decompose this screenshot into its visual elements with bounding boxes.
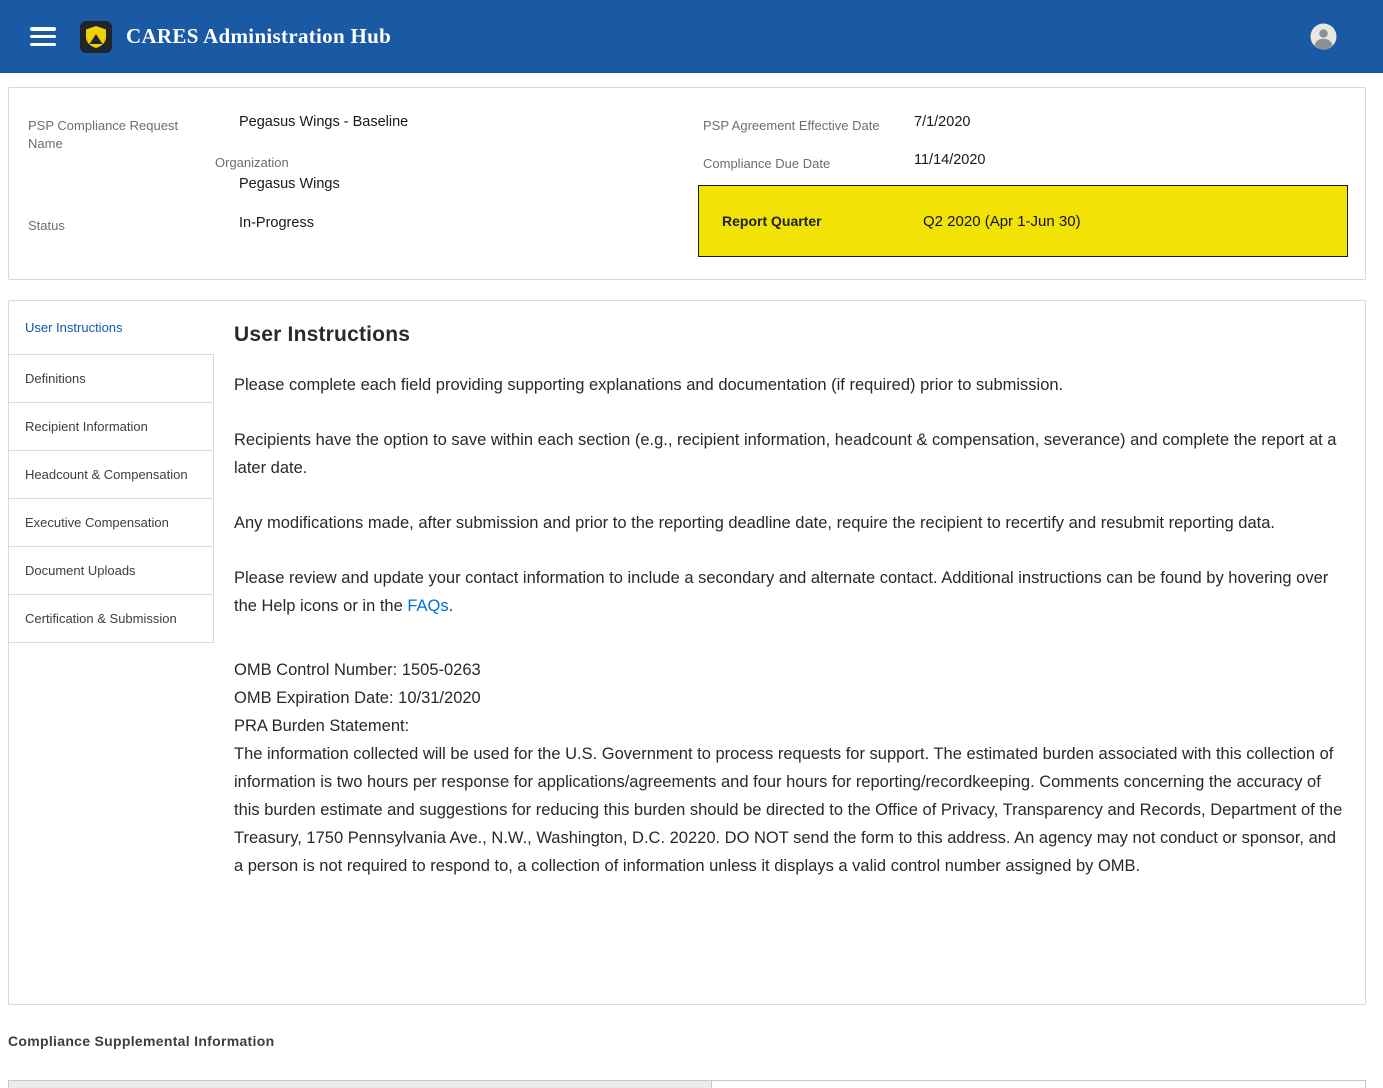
compliance-summary-card: PSP Compliance Request Name Pegasus Wing… [8, 87, 1366, 280]
report-quarter-label: Report Quarter [722, 213, 923, 229]
section-tab-list: User Instructions Definitions Recipient … [9, 301, 214, 1004]
organization-value: Pegasus Wings [239, 175, 340, 194]
top-nav-bar: CARES Administration Hub [0, 0, 1383, 73]
effective-date-value: 7/1/2020 [914, 113, 970, 132]
instruction-paragraph-1: Please complete each field providing sup… [234, 371, 1347, 399]
omb-block: OMB Control Number: 1505-0263 OMB Expira… [234, 656, 1347, 880]
tab-user-instructions[interactable]: User Instructions [9, 301, 214, 354]
request-name-value: Pegasus Wings - Baseline [239, 113, 408, 132]
due-date-label: Compliance Due Date [703, 155, 830, 173]
organization-label: Organization [215, 154, 289, 172]
status-label: Status [28, 217, 65, 235]
app-title: CARES Administration Hub [126, 24, 391, 49]
user-instructions-panel: User Instructions Please complete each f… [214, 301, 1365, 1004]
report-quarter-value: Q2 2020 (Apr 1-Jun 30) [923, 213, 1081, 230]
tab-definitions[interactable]: Definitions [9, 355, 214, 403]
instruction-paragraph-3: Any modifications made, after submission… [234, 509, 1347, 537]
user-avatar-icon[interactable] [1310, 23, 1337, 50]
supplemental-table-header-cell [9, 1081, 712, 1088]
tab-certification-submission[interactable]: Certification & Submission [9, 595, 214, 643]
tab-executive-compensation[interactable]: Executive Compensation [9, 499, 214, 547]
tab-recipient-information[interactable]: Recipient Information [9, 403, 214, 451]
tab-document-uploads[interactable]: Document Uploads [9, 547, 214, 595]
status-value: In-Progress [239, 214, 314, 233]
omb-expiration-date: OMB Expiration Date: 10/31/2020 [234, 689, 481, 707]
pra-burden-text: The information collected will be used f… [234, 745, 1342, 875]
pra-burden-label: PRA Burden Statement: [234, 717, 409, 735]
report-quarter-highlight: Report Quarter Q2 2020 (Apr 1-Jun 30) [698, 185, 1348, 257]
request-name-label: PSP Compliance Request Name [28, 117, 183, 153]
supplemental-table-value-cell [712, 1081, 1365, 1088]
cares-logo-icon [80, 21, 112, 53]
instruction-paragraph-4-period: . [449, 597, 454, 615]
instruction-paragraph-2: Recipients have the option to save withi… [234, 426, 1347, 482]
hamburger-menu-icon[interactable] [30, 27, 56, 46]
supplemental-table-partial [8, 1080, 1366, 1088]
faqs-link[interactable]: FAQs [407, 597, 448, 615]
omb-control-number: OMB Control Number: 1505-0263 [234, 661, 481, 679]
tab-group: Definitions Recipient Information Headco… [9, 354, 214, 643]
instruction-paragraph-4: Please review and update your contact in… [234, 564, 1347, 620]
report-main-card: User Instructions Definitions Recipient … [8, 300, 1366, 1005]
tab-headcount-compensation[interactable]: Headcount & Compensation [9, 451, 214, 499]
supplemental-section-title: Compliance Supplemental Information [8, 1033, 274, 1049]
instruction-paragraph-4-text: Please review and update your contact in… [234, 569, 1328, 615]
due-date-value: 11/14/2020 [914, 151, 986, 170]
effective-date-label: PSP Agreement Effective Date [703, 117, 880, 135]
panel-heading: User Instructions [234, 323, 1347, 347]
